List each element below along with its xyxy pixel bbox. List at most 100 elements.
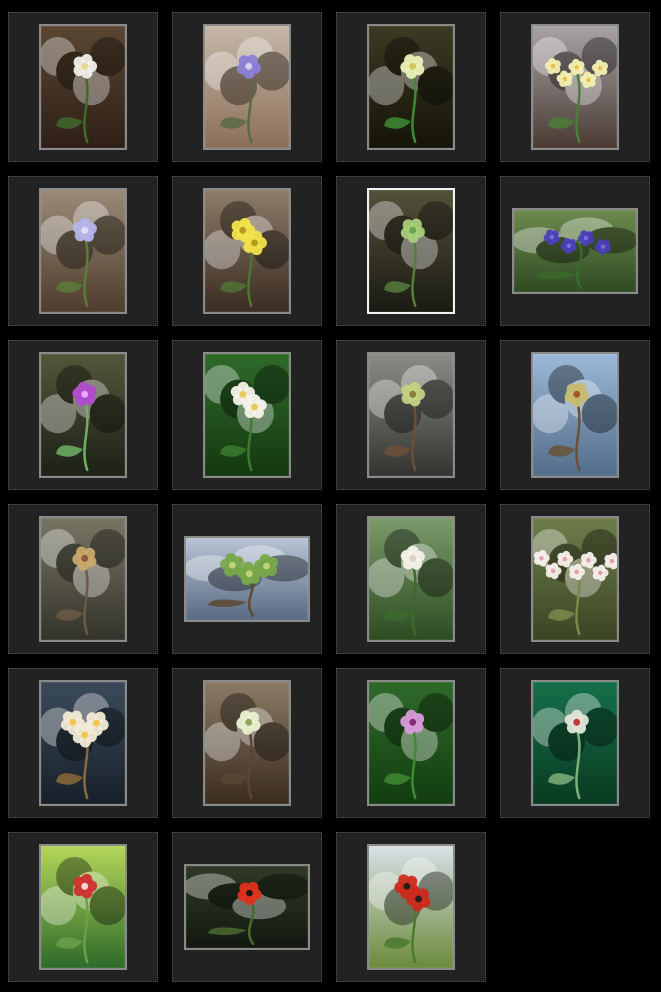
gallery-cell[interactable] (336, 176, 486, 326)
gallery-cell[interactable] (8, 12, 158, 162)
gallery-cell[interactable] (500, 340, 650, 490)
thumbnail-image[interactable] (203, 680, 291, 806)
flower-center (81, 554, 89, 562)
gallery-cell[interactable] (8, 832, 158, 982)
gallery-cell[interactable] (336, 832, 486, 982)
gallery-cell[interactable] (8, 340, 158, 490)
flower-center (81, 731, 89, 739)
flower-center (597, 65, 603, 71)
flower-center (263, 562, 270, 570)
gallery-cell[interactable] (172, 176, 322, 326)
thumbnail-image[interactable] (531, 516, 619, 642)
gallery-cell[interactable] (336, 668, 486, 818)
thumbnail-photo (369, 26, 453, 148)
thumbnail-image[interactable] (203, 24, 291, 150)
flower-center (251, 403, 258, 411)
thumbnail-photo (369, 682, 453, 804)
thumbnail-image[interactable] (367, 844, 455, 970)
gallery-cell[interactable] (172, 832, 322, 982)
gallery-cell[interactable] (500, 668, 650, 818)
thumbnail-image[interactable] (39, 24, 127, 150)
flower-center (583, 235, 589, 241)
flower-center (573, 390, 581, 398)
thumbnail-photo (533, 354, 617, 476)
flower-center (574, 569, 580, 575)
flower-center (239, 226, 247, 234)
gallery-cell[interactable] (8, 668, 158, 818)
thumbnail-photo (533, 682, 617, 804)
flower-center (81, 226, 89, 234)
photo-bokeh (581, 707, 617, 747)
thumbnail-photo (369, 190, 453, 312)
photo-bokeh (89, 886, 125, 926)
thumbnail-image[interactable] (367, 188, 455, 314)
flower-center (81, 882, 89, 890)
flower-center (586, 77, 591, 83)
flower-center (574, 64, 580, 70)
gallery-cell[interactable] (172, 340, 322, 490)
flower-center (609, 558, 615, 564)
flower-center (415, 895, 422, 903)
flower-center (93, 719, 100, 727)
thumbnail-photo (533, 26, 617, 148)
gallery-cell[interactable] (8, 176, 158, 326)
thumbnail-photo (186, 866, 308, 948)
thumbnail-photo (369, 846, 453, 968)
thumbnail-image[interactable] (39, 188, 127, 314)
thumbnail-image[interactable] (367, 24, 455, 150)
thumbnail-image[interactable] (531, 680, 619, 806)
flower-center (246, 570, 253, 578)
flower-center (550, 568, 556, 574)
flower-center (251, 239, 258, 247)
thumbnail-image[interactable] (512, 208, 638, 294)
thumbnail-photo (514, 210, 636, 292)
flower-center (600, 244, 606, 249)
flower-center (549, 234, 555, 240)
flower-center (409, 718, 417, 726)
gallery-cell[interactable] (500, 504, 650, 654)
thumbnail-image[interactable] (367, 516, 455, 642)
thumbnail-photo (205, 190, 289, 312)
thumbnail-photo (41, 846, 125, 968)
thumbnail-image[interactable] (203, 352, 291, 478)
flower-center (228, 561, 236, 569)
thumbnail-image[interactable] (184, 864, 310, 950)
flower-center (245, 62, 253, 70)
photo-bokeh (417, 379, 453, 419)
flower-center (562, 556, 568, 562)
flower-center (403, 882, 411, 890)
flower-center (246, 889, 253, 897)
thumbnail-image[interactable] (39, 352, 127, 478)
gallery-cell[interactable] (500, 12, 650, 162)
thumbnail-image[interactable] (367, 680, 455, 806)
flower-center (597, 570, 603, 576)
flower-center (239, 390, 247, 398)
thumbnail-image[interactable] (531, 352, 619, 478)
gallery-cell[interactable] (336, 12, 486, 162)
flower-center (550, 63, 556, 69)
flower-center (566, 243, 572, 248)
flower-center (409, 226, 417, 234)
gallery-cell[interactable] (8, 504, 158, 654)
gallery-cell[interactable] (336, 504, 486, 654)
photo-bokeh (89, 215, 125, 255)
thumbnail-image[interactable] (203, 188, 291, 314)
thumbnail-image[interactable] (39, 680, 127, 806)
gallery-cell[interactable] (336, 340, 486, 490)
thumbnail-image[interactable] (184, 536, 310, 622)
thumbnail-photo (41, 26, 125, 148)
thumbnail-image[interactable] (531, 24, 619, 150)
flower-center (409, 390, 417, 398)
gallery-cell[interactable] (172, 12, 322, 162)
thumbnail-photo (41, 354, 125, 476)
flower-center (245, 718, 253, 726)
thumbnail-image[interactable] (39, 844, 127, 970)
flower-center (81, 390, 89, 398)
gallery-cell[interactable] (172, 504, 322, 654)
flower-center (81, 62, 89, 70)
gallery-cell[interactable] (500, 176, 650, 326)
thumbnail-image[interactable] (367, 352, 455, 478)
thumbnail-image[interactable] (39, 516, 127, 642)
flower-center (586, 557, 591, 563)
gallery-cell[interactable] (172, 668, 322, 818)
